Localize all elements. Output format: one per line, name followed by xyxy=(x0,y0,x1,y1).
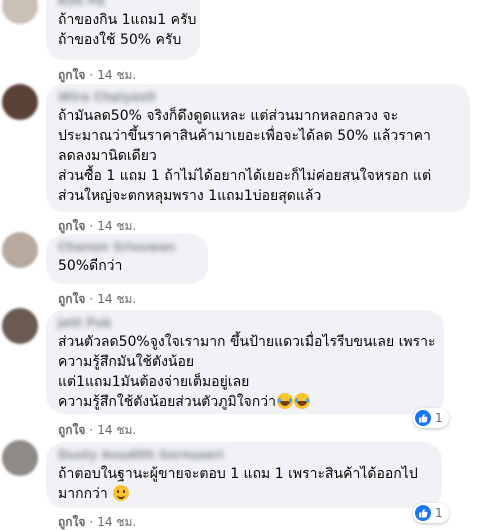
comment-timestamp[interactable]: 14 ชม. xyxy=(97,515,136,529)
laughing-emoji-icon xyxy=(276,393,293,409)
avatar[interactable] xyxy=(2,232,38,268)
comment-timestamp[interactable]: 14 ชม. xyxy=(97,68,136,82)
reactions-summary[interactable]: 1 xyxy=(413,408,449,428)
comment-bubble: Dusty Anudith Sornsaeri ถ้าตอบในฐานะผู้ข… xyxy=(46,442,442,508)
like-button[interactable]: ถูกใจ xyxy=(58,219,85,233)
comment-text-line: ส่วนใหญ่จะตกหลุมพราง 1แถม1บ่อยสุดแล้ว xyxy=(58,188,322,204)
comment-actions: ถูกใจ · 14 ชม. xyxy=(58,291,136,307)
separator: · xyxy=(89,423,94,437)
comment-text-line: ถ้าตอบในฐานะผู้ขายจะตอบ 1 แถม 1 เพราะสิน… xyxy=(58,466,418,482)
separator: · xyxy=(89,68,94,82)
comment-bubble: Chanon Srisuwan 50%ดีกว่า xyxy=(46,234,208,284)
like-icon xyxy=(415,410,431,426)
comment-text-line: ถ้ามันลด50% จริงก็ดึงดูดแหละ แต่ส่วนมากห… xyxy=(58,108,399,124)
comment-text-segment: ความรู้สึกใช้ตังน้อยส่วนตัวภูมิใจกว่า xyxy=(58,394,276,410)
like-button[interactable]: ถูกใจ xyxy=(58,68,85,82)
like-button[interactable]: ถูกใจ xyxy=(58,515,85,529)
comment-bubble: Kim Pa ถ้าของกิน 1แถม1 ครับ ถ้าของใช้ 50… xyxy=(46,0,200,60)
comment-text-line: ประมาณว่าขึ้นราคาสินค้ามาเยอะเพื่อจะได้ล… xyxy=(58,128,431,144)
laughing-emoji-icon xyxy=(293,393,310,409)
comment-timestamp[interactable]: 14 ชม. xyxy=(97,292,136,306)
comment-text-line: ถ้าของใช้ 50% ครับ xyxy=(58,32,182,48)
comment-text-line: 50%ดีกว่า xyxy=(58,258,123,274)
comment-author[interactable]: Jett Puk xyxy=(58,316,432,330)
comment-actions: ถูกใจ · 14 ชม. xyxy=(58,422,136,438)
reaction-count: 1 xyxy=(435,411,443,425)
separator: · xyxy=(89,515,94,529)
like-button[interactable]: ถูกใจ xyxy=(58,292,85,306)
comment-author[interactable]: Wira Chaiyasit xyxy=(58,90,458,104)
avatar[interactable] xyxy=(2,84,38,120)
comment-text-line: ส่วนตัวลด50%จูงใจเรามาก ขึ้นป้ายแดวเมื่อ… xyxy=(58,334,436,350)
avatar[interactable] xyxy=(2,440,38,476)
comment-actions: ถูกใจ · 14 ชม. xyxy=(58,67,136,83)
comment-timestamp[interactable]: 14 ชม. xyxy=(97,219,136,233)
comment-text-line: ความรู้สึกใช้ตังน้อยส่วนตัวภูมิใจกว่า xyxy=(58,392,432,412)
comment-author[interactable]: Kim Pa xyxy=(58,0,188,8)
smiling-emoji-icon xyxy=(113,485,130,501)
comment-actions: ถูกใจ · 14 ชม. xyxy=(58,514,136,530)
avatar[interactable] xyxy=(2,0,38,24)
comment-text-line: มากกว่า xyxy=(58,484,430,504)
separator: · xyxy=(89,292,94,306)
separator: · xyxy=(89,219,94,233)
comment-author[interactable]: Dusty Anudith Sornsaeri xyxy=(58,448,430,462)
comment-bubble: Wira Chaiyasit ถ้ามันลด50% จริงก็ดึงดูดแ… xyxy=(46,84,470,212)
comment-timestamp[interactable]: 14 ชม. xyxy=(97,423,136,437)
avatar[interactable] xyxy=(2,308,38,344)
comment-bubble: Jett Puk ส่วนตัวลด50%จูงใจเรามาก ขึ้นป้า… xyxy=(46,310,444,414)
comment-author[interactable]: Chanon Srisuwan xyxy=(58,240,196,254)
like-icon xyxy=(415,505,431,521)
comment-text-segment: มากกว่า xyxy=(58,486,108,502)
like-button[interactable]: ถูกใจ xyxy=(58,423,85,437)
comment-actions: ถูกใจ · 14 ชม. xyxy=(58,218,136,234)
comment-text-line: ส่วนซื้อ 1 แถม 1 ถ้าไม่ได้อยากได้เยอะก็ไ… xyxy=(58,168,432,184)
comment-thread: Kim Pa ถ้าของกิน 1แถม1 ครับ ถ้าของใช้ 50… xyxy=(0,0,483,530)
comment-text-line: ลดลงมานิดเดียว xyxy=(58,148,157,164)
comment-text-line: ถ้าของกิน 1แถม1 ครับ xyxy=(58,12,197,28)
comment-text-line: ความรู้สึกมันใช้ตังน้อย xyxy=(58,354,195,370)
comment-text-line: แต่1แถม1มันต้องจ่ายเต็มอยู่เลย xyxy=(58,374,250,390)
reactions-summary[interactable]: 1 xyxy=(413,503,449,523)
reaction-count: 1 xyxy=(435,506,443,520)
